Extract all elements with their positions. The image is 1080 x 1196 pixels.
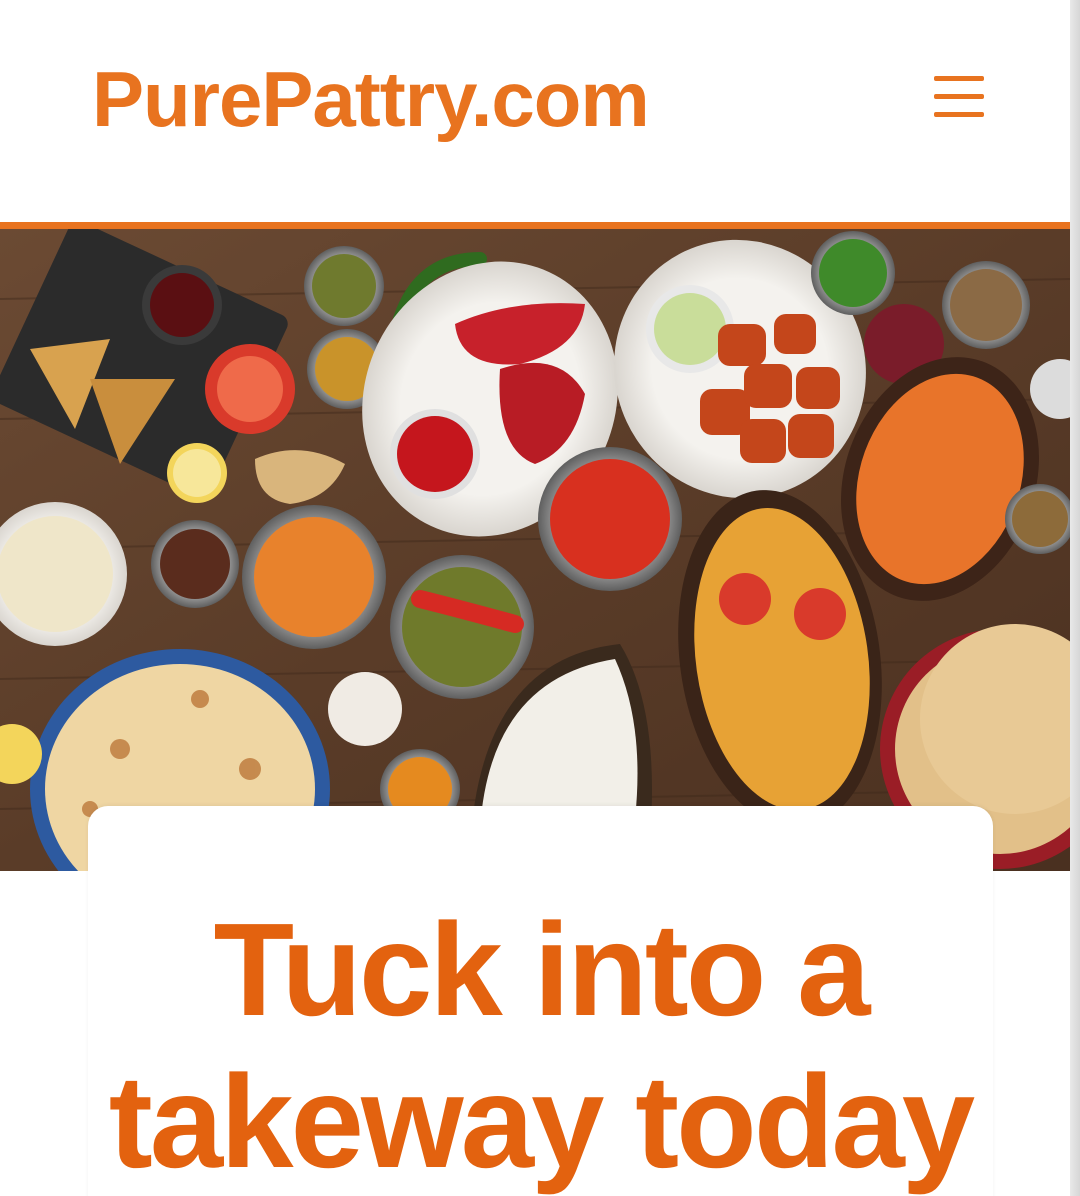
hero-image: [0, 229, 1070, 871]
site-header: PurePattry.com: [0, 0, 1080, 222]
headline-card: Tuck into a takeway today: [88, 806, 993, 1196]
menu-bar: [934, 94, 984, 99]
menu-bar: [934, 76, 984, 81]
headline-line-1: Tuck into a: [213, 896, 871, 1043]
site-logo[interactable]: PurePattry.com: [92, 60, 650, 138]
hero-headline: Tuck into a takeway today: [88, 894, 993, 1196]
page: PurePattry.com Tuck into a takeway today: [0, 0, 1080, 1196]
headline-line-2: takeway today: [108, 1048, 975, 1195]
scroll-edge: [1070, 0, 1080, 1196]
hamburger-menu-icon[interactable]: [928, 72, 990, 122]
menu-bar: [934, 112, 984, 117]
header-divider: [0, 222, 1080, 229]
